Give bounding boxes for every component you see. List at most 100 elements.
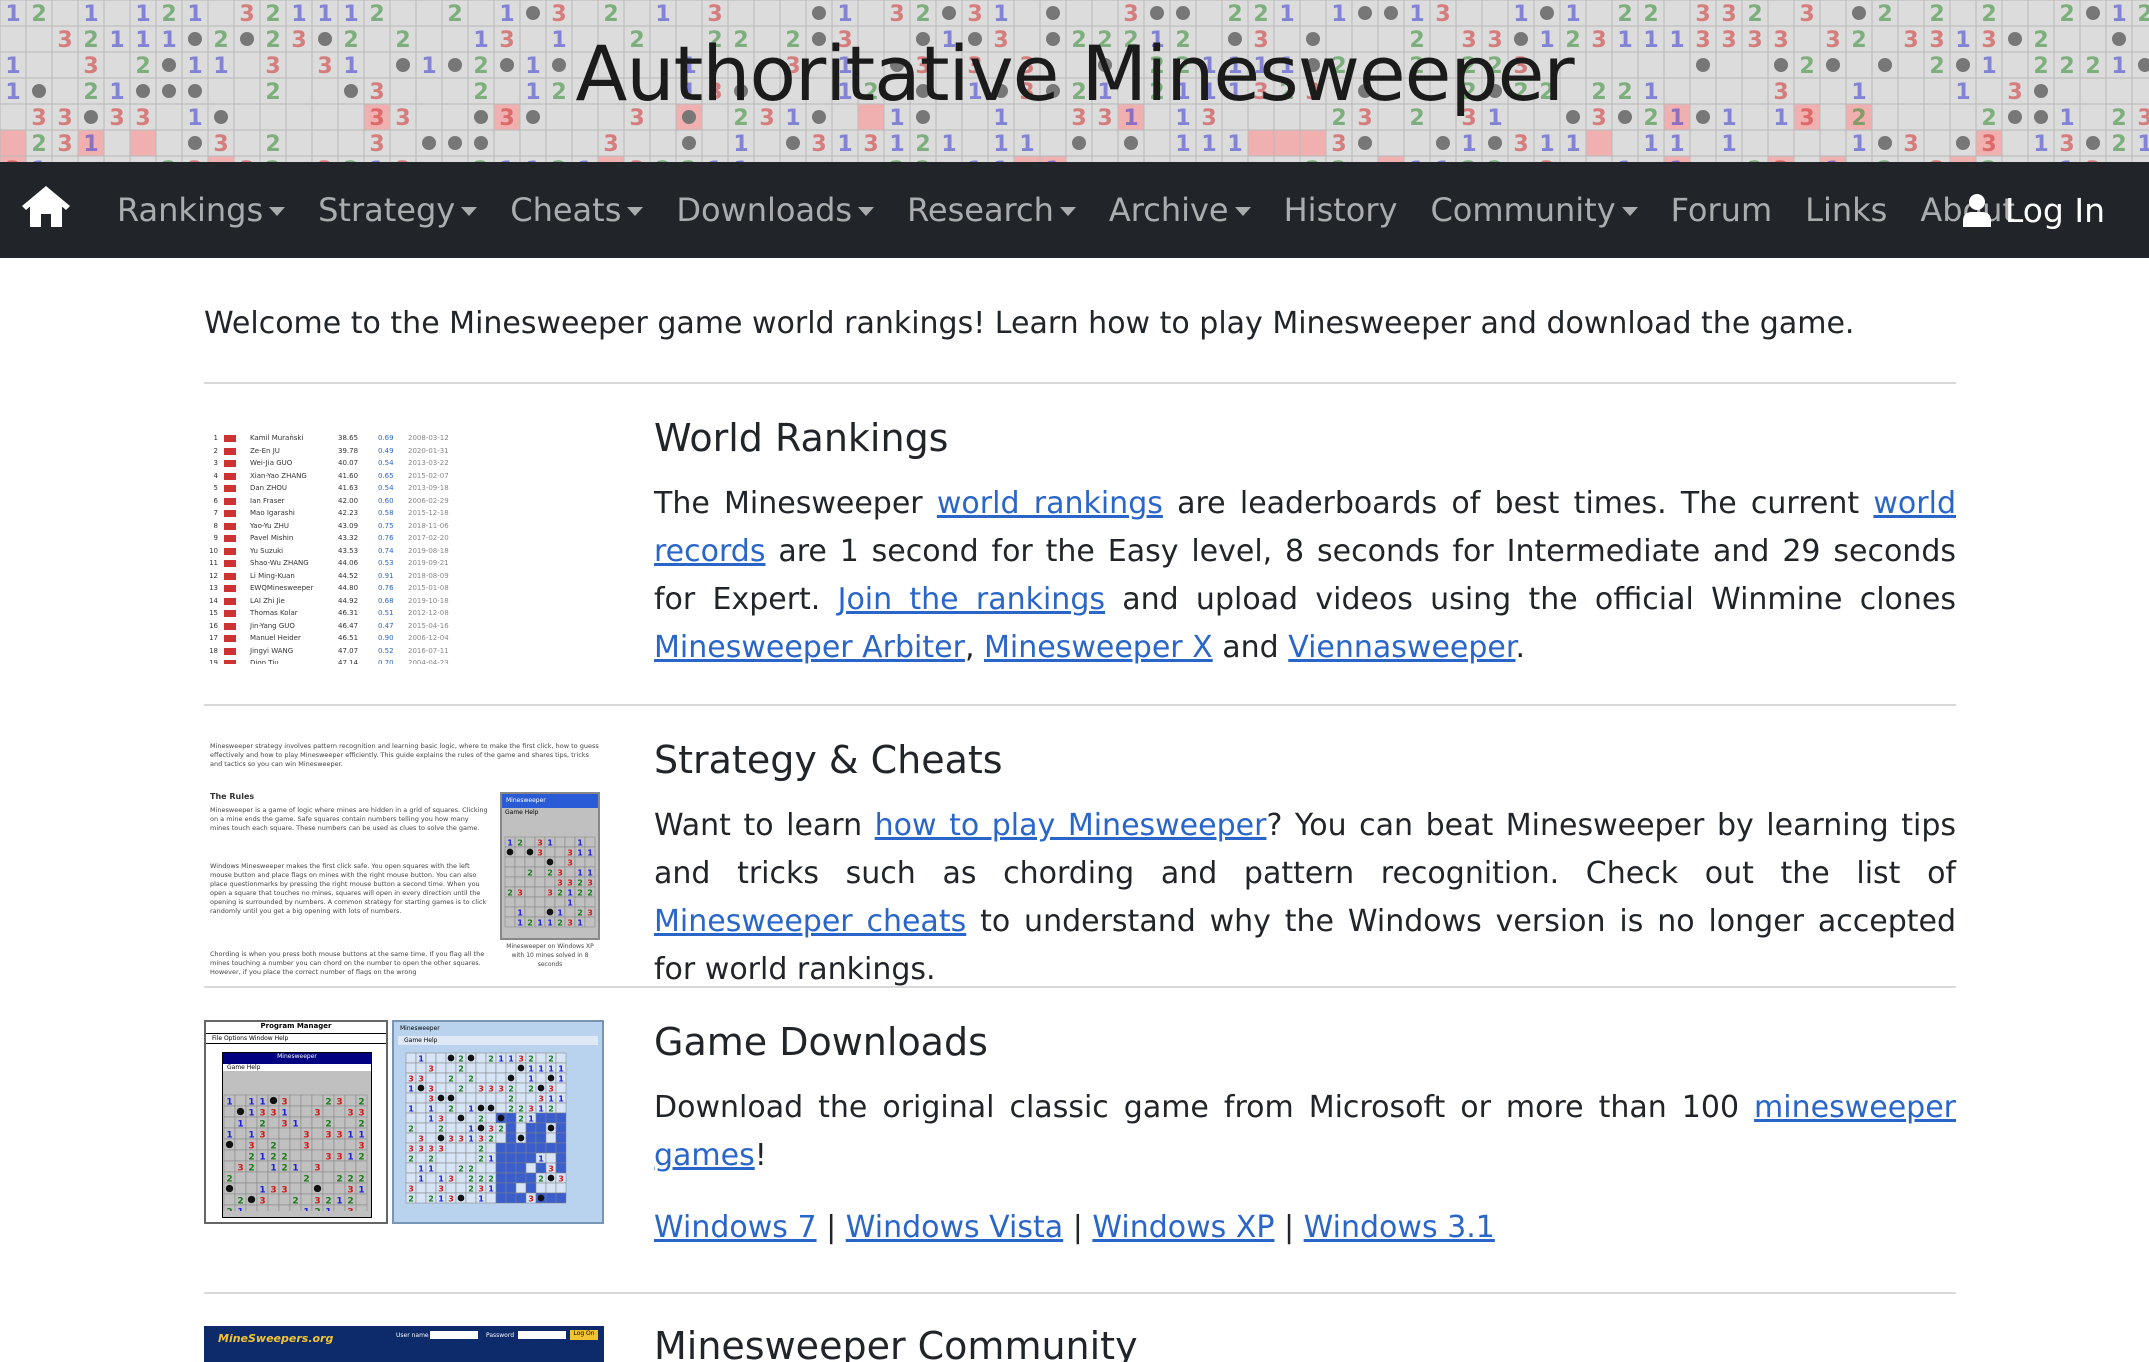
grid-cell bbox=[534, 906, 546, 918]
link-minesweeper-cheats[interactable]: Minesweeper cheats bbox=[654, 904, 966, 939]
nav-item-label: Community bbox=[1430, 191, 1616, 229]
login-button[interactable]: Log In bbox=[1962, 162, 2105, 258]
grid-cell bbox=[515, 1162, 527, 1174]
site-banner: 1211213211122132131323132211131122332322… bbox=[0, 0, 2149, 162]
grid-number: 1 bbox=[517, 919, 523, 928]
site-title[interactable]: Authoritative Minesweeper bbox=[0, 28, 2149, 120]
nav-item-community[interactable]: Community bbox=[1430, 191, 1638, 229]
nav-item-cheats[interactable]: Cheats bbox=[510, 191, 644, 229]
grid-number: 3 bbox=[557, 869, 563, 878]
banner-number: 2 bbox=[161, 2, 176, 27]
flag-icon bbox=[224, 510, 236, 517]
grid-number: 1 bbox=[303, 1208, 309, 1212]
nav-item-label: Downloads bbox=[676, 191, 853, 229]
grid-number: 1 bbox=[558, 1065, 564, 1074]
grid-number: 3 bbox=[518, 1055, 524, 1064]
nav-item-strategy[interactable]: Strategy bbox=[318, 191, 478, 229]
grid-number: 3 bbox=[418, 1135, 424, 1144]
caret-down-icon bbox=[1059, 207, 1076, 216]
grid-cell bbox=[435, 1082, 447, 1094]
downloads-thumbnail[interactable]: Program Manager File Options Window Help… bbox=[204, 1020, 604, 1224]
grid-cell bbox=[525, 1132, 537, 1144]
link-how-to-play[interactable]: how to play Minesweeper bbox=[875, 808, 1267, 843]
link-minesweeper-x[interactable]: Minesweeper X bbox=[984, 630, 1213, 665]
home-icon[interactable] bbox=[22, 186, 70, 234]
grid-cell bbox=[333, 1160, 346, 1173]
grid-cell bbox=[545, 1132, 557, 1144]
banner-number: 2 bbox=[1877, 2, 1892, 27]
grid-cell bbox=[405, 1092, 417, 1104]
strategy-thumbnail[interactable]: Minesweeper strategy involves pattern re… bbox=[204, 742, 604, 988]
banner-number: 3 bbox=[603, 132, 618, 157]
nav-item-forum[interactable]: Forum bbox=[1671, 191, 1772, 229]
grid-cell bbox=[534, 856, 546, 868]
grid-number: 1 bbox=[438, 1175, 444, 1184]
banner-tile bbox=[1091, 129, 1119, 157]
grid-number: 2 bbox=[448, 1075, 454, 1084]
grid-cell bbox=[485, 1162, 497, 1174]
nav-menu: Rankings Strategy Cheats Downloads Research A… bbox=[117, 162, 2048, 258]
grid-number: 1 bbox=[558, 1075, 564, 1084]
banner-number: 3 bbox=[213, 132, 228, 157]
grid-cell bbox=[505, 1112, 517, 1124]
link-viennasweeper[interactable]: Viennasweeper bbox=[1288, 630, 1515, 665]
grid-cell bbox=[515, 1172, 527, 1184]
banner-tile bbox=[1013, 0, 1041, 27]
ranking-row: 3 Wei-Jia GUO 40.07 0.54 2013-03-22 bbox=[213, 459, 449, 467]
nav-item-rankings[interactable]: Rankings bbox=[117, 191, 286, 229]
link-join-rankings[interactable]: Join the rankings bbox=[838, 582, 1105, 617]
grid-cell bbox=[405, 1112, 417, 1124]
grid-cell bbox=[435, 1062, 447, 1074]
nav-item-links[interactable]: Links bbox=[1805, 191, 1887, 229]
grid-number: 1 bbox=[488, 1185, 494, 1194]
link-download-windows-vista[interactable]: Windows Vista bbox=[846, 1210, 1063, 1245]
grid-cell bbox=[425, 1072, 437, 1084]
flag-icon bbox=[224, 472, 236, 480]
banner-number: 1 bbox=[1201, 132, 1216, 157]
banner-number: 1 bbox=[291, 2, 306, 27]
grid-cell bbox=[405, 1162, 417, 1174]
mine-icon bbox=[506, 848, 514, 856]
nav-item-history[interactable]: History bbox=[1284, 191, 1398, 229]
grid-number: 3 bbox=[548, 1085, 554, 1094]
grid-cell bbox=[495, 1162, 507, 1174]
grid-number: 2 bbox=[478, 1175, 484, 1184]
grid-cell bbox=[505, 1062, 517, 1074]
banner-tile bbox=[311, 129, 339, 157]
grid-cell bbox=[495, 1182, 507, 1194]
nav-item-archive[interactable]: Archive bbox=[1109, 191, 1251, 229]
grid-cell bbox=[514, 876, 526, 888]
banner-tile bbox=[155, 129, 183, 157]
grid-cell bbox=[505, 1162, 517, 1174]
nav-item-research[interactable]: Research bbox=[907, 191, 1076, 229]
rankings-thumbnail[interactable]: 1 Kamil Murański 38.65 0.69 2008-03-12 2 Ze-En… bbox=[204, 424, 604, 664]
community-thumbnail[interactable]: MineSweepers.org User name Password Log … bbox=[204, 1326, 604, 1362]
link-world-rankings[interactable]: world rankings bbox=[937, 486, 1163, 521]
link-download-windows-xp[interactable]: Windows XP bbox=[1092, 1210, 1274, 1245]
link-download-windows-3-1[interactable]: Windows 3.1 bbox=[1304, 1210, 1495, 1245]
flag-icon bbox=[224, 460, 236, 467]
link-separator: | bbox=[816, 1210, 846, 1245]
mine-icon bbox=[547, 1124, 555, 1132]
grid-number: 3 bbox=[567, 879, 573, 888]
grid-cell bbox=[504, 876, 516, 888]
link-minesweeper-arbiter[interactable]: Minesweeper Arbiter bbox=[654, 630, 965, 665]
nav-item-downloads[interactable]: Downloads bbox=[676, 191, 875, 229]
banner-number: 2 bbox=[2137, 2, 2149, 27]
grid-cell bbox=[495, 1152, 507, 1164]
grid-cell bbox=[465, 1082, 477, 1094]
grid-number: 1 bbox=[488, 1155, 494, 1164]
mine-icon bbox=[417, 1084, 425, 1092]
grid-cell bbox=[545, 1182, 557, 1194]
grid-number: 2 bbox=[478, 1155, 484, 1164]
banner-tile bbox=[1195, 0, 1223, 27]
grid-cell bbox=[555, 1052, 567, 1064]
flag-icon bbox=[224, 485, 236, 492]
grid-cell bbox=[344, 1116, 357, 1129]
link-download-windows-7[interactable]: Windows 7 bbox=[654, 1210, 817, 1245]
nav-item-label: Research bbox=[907, 191, 1054, 229]
grid-cell bbox=[495, 1102, 507, 1114]
grid-cell bbox=[515, 1122, 527, 1134]
grid-number: 2 bbox=[478, 1115, 484, 1124]
grid-cell bbox=[514, 846, 526, 858]
